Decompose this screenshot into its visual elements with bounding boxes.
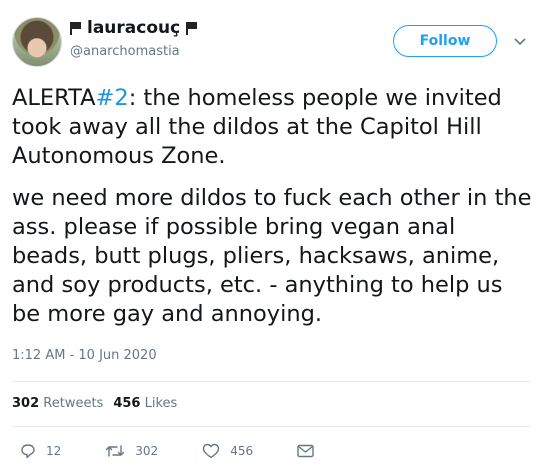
- tweet-text: ALERTA#2: the homeless people we invited…: [12, 84, 532, 329]
- tweet-timestamp[interactable]: 1:12 AM - 10 Jun 2020: [12, 348, 157, 363]
- engagement-stats: 302 Retweets 456 Likes: [12, 396, 177, 411]
- retweet-count: 302: [135, 444, 159, 458]
- likes-stat[interactable]: 456 Likes: [113, 396, 177, 411]
- retweets-stat[interactable]: 302 Retweets: [12, 396, 103, 411]
- avatar[interactable]: [12, 17, 62, 67]
- hashtag-link[interactable]: #2: [96, 85, 129, 111]
- alert-word: ALERTA: [12, 85, 96, 111]
- envelope-icon: [297, 444, 314, 458]
- reply-button[interactable]: 12: [20, 443, 61, 459]
- retweet-button[interactable]: 302: [105, 443, 158, 459]
- follow-button[interactable]: Follow: [393, 25, 497, 57]
- divider: [12, 381, 531, 382]
- heart-icon: [202, 443, 220, 459]
- direct-message-button[interactable]: [297, 444, 314, 458]
- likes-count: 456: [113, 396, 141, 411]
- display-name-row[interactable]: lauracouç: [70, 18, 198, 38]
- retweets-label: Retweets: [43, 396, 104, 411]
- black-flag-icon: [70, 21, 81, 35]
- display-name[interactable]: lauracouç: [87, 18, 180, 38]
- reply-count: 12: [46, 444, 62, 458]
- likes-label: Likes: [144, 396, 178, 411]
- retweet-icon: [106, 445, 125, 457]
- tweet-paragraph-2: we need more dildos to fuck each other i…: [12, 185, 532, 327]
- user-handle[interactable]: @anarchomastia: [70, 44, 180, 59]
- divider: [12, 426, 531, 427]
- tweet-paragraph-1: ALERTA#2: the homeless people we invited…: [12, 84, 532, 171]
- reply-icon: [21, 444, 35, 459]
- like-button[interactable]: 456: [202, 443, 253, 459]
- like-count: 456: [230, 444, 254, 458]
- action-bar: 12 302 456: [20, 441, 358, 461]
- retweets-count: 302: [12, 396, 40, 411]
- black-flag-icon: [186, 21, 198, 35]
- chevron-down-icon[interactable]: [514, 37, 526, 47]
